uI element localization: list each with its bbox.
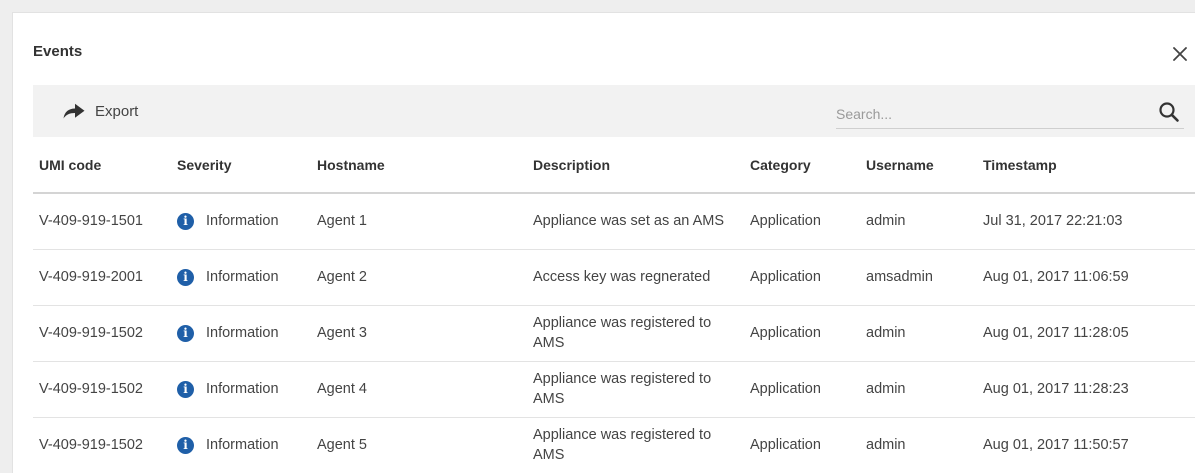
cell-umi-code: V-409-919-1501 xyxy=(33,193,171,250)
cell-category: Application xyxy=(744,305,860,362)
cell-description: Appliance was set as an AMS xyxy=(527,193,744,250)
toolbar: Export xyxy=(33,85,1195,137)
cell-hostname: Agent 2 xyxy=(311,249,527,306)
severity-label: Information xyxy=(206,437,279,454)
severity-label: Information xyxy=(206,325,279,341)
cell-category: Application xyxy=(744,361,860,418)
export-label: Export xyxy=(95,102,139,120)
severity-label: Information xyxy=(206,381,279,397)
info-icon: i xyxy=(177,380,194,398)
search-icon[interactable] xyxy=(1158,101,1180,123)
close-icon[interactable] xyxy=(1173,47,1187,61)
cell-hostname: Agent 5 xyxy=(317,437,367,454)
column-header-umi-code[interactable]: UMI code xyxy=(33,137,171,194)
table-row[interactable]: V-409-919-2001 i Information Agent 2 Acce… xyxy=(33,249,1195,306)
info-icon: i xyxy=(177,268,194,286)
cell-timestamp: Aug 01, 2017 11:28:05 xyxy=(977,305,1195,362)
dialog-header: Events xyxy=(13,13,1195,85)
cell-category: Application xyxy=(750,437,821,454)
cell-severity: i Information xyxy=(177,211,311,231)
cell-umi-code: V-409-919-1502 xyxy=(33,361,171,418)
cell-description: Appliance was registered to AMS xyxy=(527,361,744,418)
cell-username: admin xyxy=(860,305,977,362)
cell-description: Appliance was registered to AMS xyxy=(527,305,744,362)
table-row[interactable]: V-409-919-1502 i Information Agent 4 Appl… xyxy=(33,361,1195,418)
cell-timestamp: Aug 01, 2017 11:50:57 xyxy=(983,437,1129,454)
cell-timestamp: Aug 01, 2017 11:28:23 xyxy=(977,361,1195,418)
cell-username: admin xyxy=(860,361,977,418)
cell-description: Access key was regnerated xyxy=(527,249,744,306)
cell-description: Appliance was registered to AMS xyxy=(533,427,712,464)
cell-username: admin xyxy=(866,437,906,454)
info-icon: i xyxy=(177,324,194,342)
column-header-severity[interactable]: Severity xyxy=(171,137,311,194)
cell-hostname: Agent 3 xyxy=(311,305,527,362)
cell-category: Application xyxy=(744,193,860,250)
severity-label: Information xyxy=(206,269,279,285)
table-row[interactable]: V-409-919-1502 i Information Agent 5 Appl… xyxy=(33,417,1195,473)
cell-timestamp: Jul 31, 2017 22:21:03 xyxy=(977,193,1195,250)
column-header-timestamp[interactable]: Timestamp xyxy=(977,137,1195,194)
events-table: UMI code Severity Hostname Description C… xyxy=(33,137,1195,473)
dialog-title: Events xyxy=(33,43,83,60)
table-row[interactable]: V-409-919-1502 i Information Agent 3 Appl… xyxy=(33,305,1195,362)
cell-username: admin xyxy=(860,193,977,250)
cell-category: Application xyxy=(744,249,860,306)
share-arrow-icon xyxy=(63,103,85,119)
cell-severity: i Information xyxy=(177,435,311,455)
cell-severity: i Information xyxy=(177,323,311,343)
severity-label: Information xyxy=(206,213,279,230)
column-header-username[interactable]: Username xyxy=(860,137,977,194)
column-header-description[interactable]: Description xyxy=(527,137,744,194)
cell-username: amsadmin xyxy=(860,249,977,306)
cell-severity: i Information xyxy=(177,267,311,287)
cell-umi-code: V-409-919-1502 xyxy=(33,305,171,362)
cell-severity: i Information xyxy=(177,379,311,399)
cell-hostname: Agent 4 xyxy=(311,361,527,418)
info-icon: i xyxy=(177,212,194,230)
cell-umi-code: V-409-919-1502 xyxy=(39,437,143,454)
column-header-category[interactable]: Category xyxy=(744,137,860,194)
close-button[interactable] xyxy=(1169,43,1191,65)
column-header-hostname[interactable]: Hostname xyxy=(311,137,527,194)
info-icon: i xyxy=(177,436,194,454)
events-dialog: Events Export UMI cod xyxy=(12,12,1195,473)
table-header-row: UMI code Severity Hostname Description C… xyxy=(33,137,1195,194)
export-button[interactable]: Export xyxy=(63,85,138,137)
search-box xyxy=(836,99,1184,129)
search-input[interactable] xyxy=(836,99,1136,128)
cell-umi-code: V-409-919-2001 xyxy=(33,249,171,306)
cell-timestamp: Aug 01, 2017 11:06:59 xyxy=(977,249,1195,306)
table-row[interactable]: V-409-919-1501 i Information Agent 1 Appl… xyxy=(33,193,1195,250)
cell-hostname: Agent 1 xyxy=(311,193,527,250)
